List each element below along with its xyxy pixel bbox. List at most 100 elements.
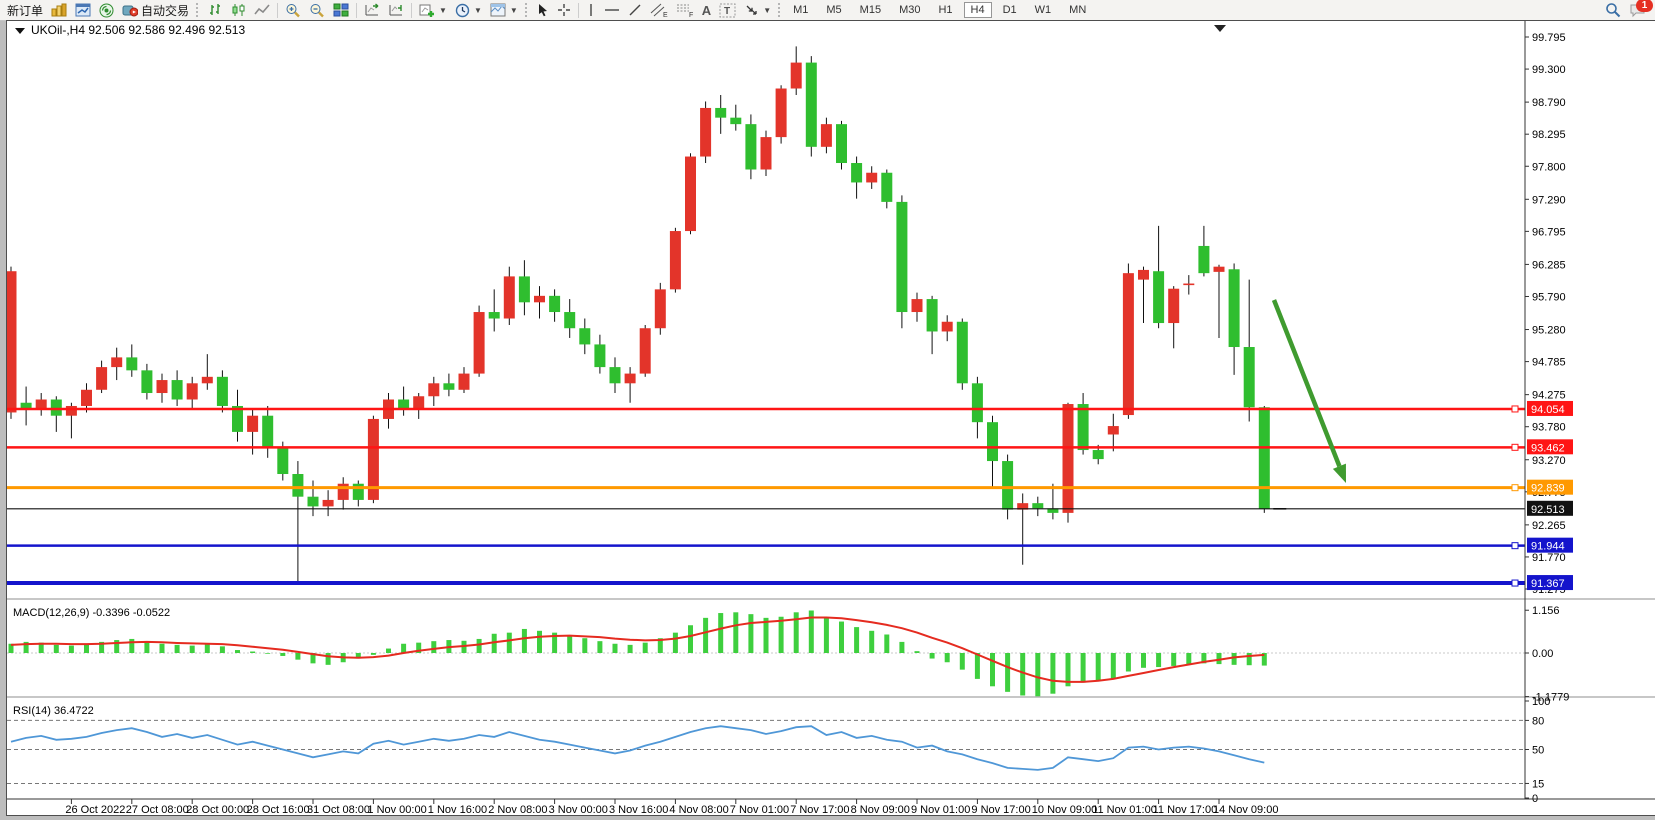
time-axis-label: 11 Nov 17:00 [1153,804,1218,815]
autotrade-button[interactable]: 自动交易 [118,1,193,19]
price-axis-label: 91.770 [1532,552,1566,564]
time-axis-label: 10 Nov 09:00 [1032,804,1097,815]
label-tool[interactable]: T [715,1,740,19]
signals-icon[interactable] [95,1,118,19]
candle-bear [51,400,62,416]
timeframe-w1[interactable]: W1 [1028,2,1059,18]
price-axis-label: 95.790 [1532,291,1566,303]
crosshair-tool[interactable] [553,1,575,19]
autotrade-label: 自动交易 [141,2,189,19]
candle-bear [564,312,575,328]
vertical-line-tool[interactable] [582,1,600,19]
timeframe-m1[interactable]: M1 [786,2,815,18]
hline-handle[interactable] [1512,580,1518,586]
new-order-button[interactable]: 新订单 [3,1,47,19]
horizontal-line-tool[interactable] [600,1,624,19]
order-book-icon[interactable] [47,1,71,19]
toolbar-separator [356,3,357,18]
candle-bear [292,474,303,497]
time-axis-label: 7 Nov 01:00 [730,804,789,815]
hline-handle[interactable] [1512,406,1518,412]
candle-chart-type-icon[interactable] [227,1,250,19]
fibonacci-tool[interactable]: F [672,1,698,19]
trendline-icon [628,3,642,17]
time-axis-label: 28 Oct 16:00 [247,804,310,815]
trendline-tool[interactable] [624,1,646,19]
candle-bull [625,374,636,384]
candle-bull [474,312,485,374]
hline-handle[interactable] [1512,543,1518,549]
chart-canvas[interactable]: 99.79599.30098.79098.29597.80097.29096.7… [7,21,1655,815]
time-axis-label: 9 Nov 17:00 [971,804,1030,815]
candle-bear [443,383,454,389]
chevron-down-icon: ▼ [439,6,447,15]
cursor-tool[interactable] [533,1,553,19]
auto-scroll-icon[interactable] [360,1,384,19]
arrows-shapes-tool[interactable]: ▼ [740,1,775,19]
price-badge-text: 92.839 [1531,483,1565,495]
fibonacci-icon: F [676,3,694,18]
chat-unread-badge: 1 [1636,0,1653,12]
price-axis-label: 93.270 [1532,455,1566,467]
macd-label: MACD(12,26,9) -0.3396 -0.0522 [13,607,170,619]
candle-bull [157,380,168,393]
price-axis-label: 95.280 [1532,325,1566,337]
candle-bear [610,367,621,383]
candle-bear [1244,347,1255,407]
price-axis-label: 99.795 [1532,32,1566,44]
new-chart-button[interactable]: ▼ [415,1,451,19]
timeframe-m30[interactable]: M30 [892,2,927,18]
period-clock-button[interactable]: ▼ [451,1,486,19]
timeframe-h4[interactable]: H4 [964,2,992,18]
candles-glyph [231,3,246,17]
candle-bear [896,202,907,312]
chart-shift-icon[interactable] [384,1,408,19]
candle-bear [1259,407,1270,509]
equidistant-channel-tool[interactable]: E [646,1,672,19]
candle-bear [715,108,726,118]
template-button[interactable]: ▼ [486,1,522,19]
candle-bear [745,124,756,169]
zoom-in-icon[interactable] [281,1,305,19]
mt4-window: { "toolbar": { "new_order_label": "新订单",… [0,0,1655,820]
timeframe-h1[interactable]: H1 [931,2,959,18]
price-axis-label: 96.795 [1532,226,1566,238]
price-axis-label: 96.285 [1532,259,1566,271]
timeframe-mn[interactable]: MN [1062,2,1093,18]
candle-bull [655,289,666,328]
text-tool[interactable]: A [698,1,715,19]
candle-bear [1229,269,1240,347]
zoom-in-glyph [285,3,301,18]
tile-windows-icon[interactable] [329,1,353,19]
candle-bull [640,328,651,373]
timeframe-d1[interactable]: D1 [996,2,1024,18]
candle-bear [489,312,500,318]
toolbar-separator [277,3,278,18]
toolbar-separator [411,3,412,18]
zoom-out-glyph [309,3,325,18]
zoom-out-icon[interactable] [305,1,329,19]
line-chart-type-icon[interactable] [250,1,274,19]
candle-bull [1183,284,1194,286]
time-axis-label: 7 Nov 17:00 [790,804,849,815]
market-watch-icon[interactable] [71,1,95,19]
hline-handle[interactable] [1512,444,1518,450]
candle-bull [1123,273,1134,415]
arrows-shapes-icon [744,3,759,17]
candle-bear [549,296,560,312]
autotrade-icon [122,3,138,17]
search-icon[interactable] [1605,2,1621,18]
price-axis-label: 94.275 [1532,390,1566,402]
chevron-down-icon: ▼ [763,6,771,15]
time-axis-label: 9 Nov 01:00 [911,804,970,815]
timeframe-group: M1M5 M15M30H1 H4D1W1MN [786,2,1093,18]
timeframe-m15[interactable]: M15 [853,2,888,18]
toolbar-separator [578,3,579,18]
candle-bear [972,383,983,422]
timeframe-m5[interactable]: M5 [819,2,848,18]
price-badge-text: 92.513 [1531,504,1565,516]
chat-button[interactable]: 1 [1629,3,1646,18]
hline-handle[interactable] [1512,485,1518,491]
auto-scroll-glyph [364,3,380,17]
bar-chart-type-icon[interactable] [204,1,227,19]
